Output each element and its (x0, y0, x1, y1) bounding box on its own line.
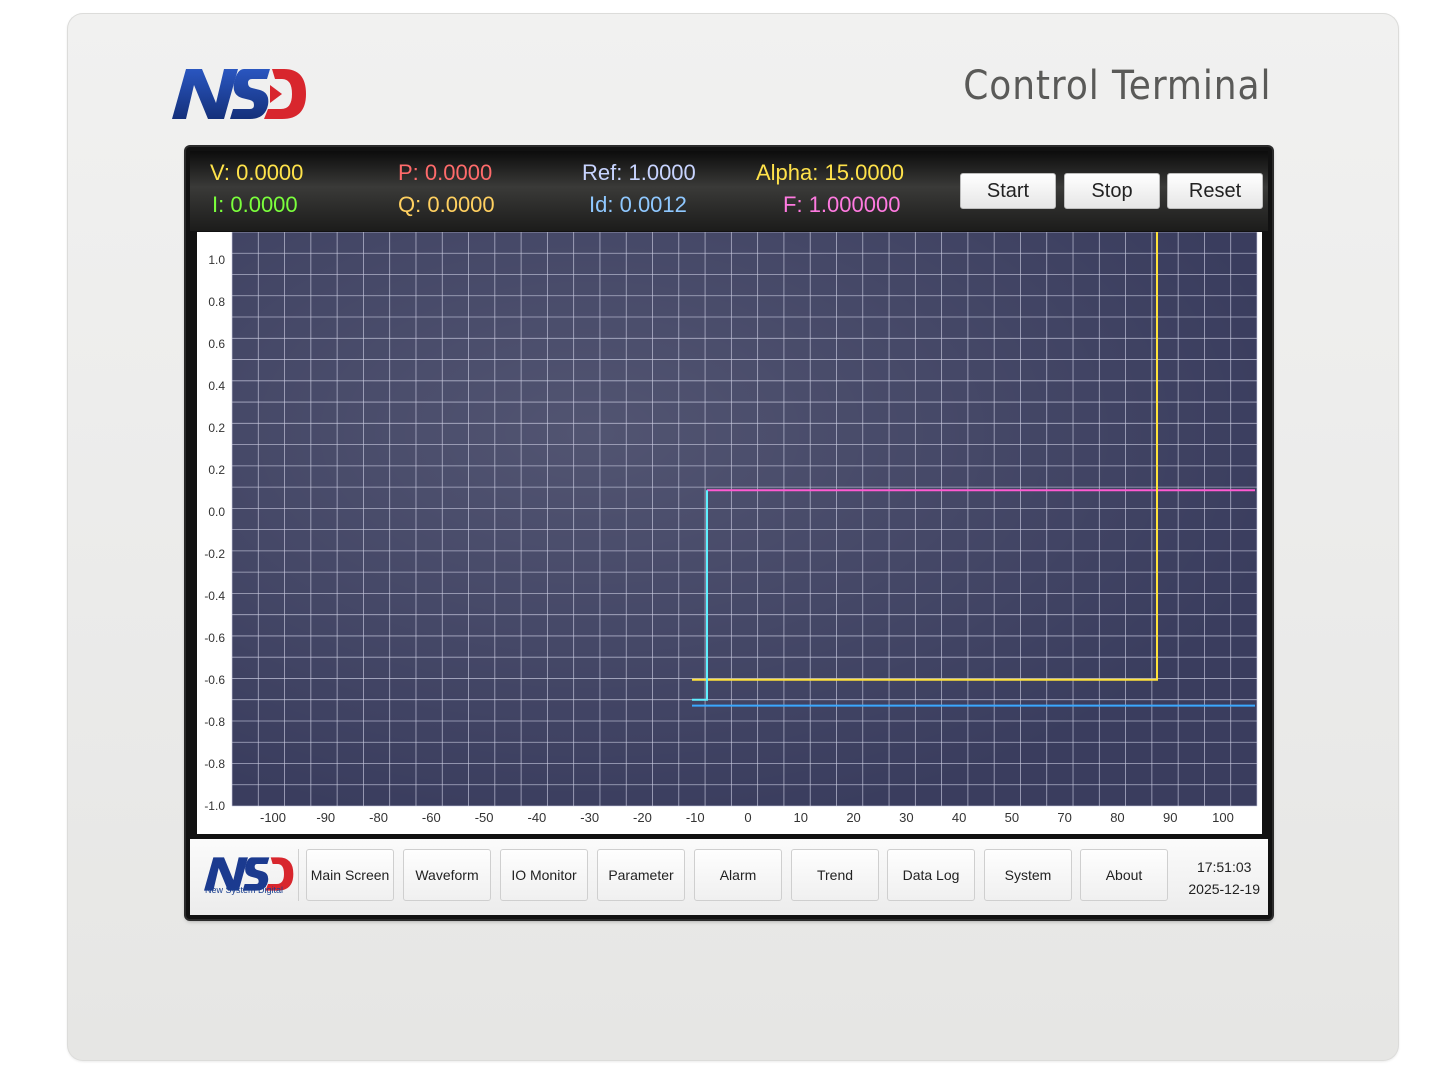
nav-main-screen-button[interactable]: Main Screen (306, 849, 394, 901)
x-tick-label: -90 (316, 810, 335, 825)
waveform-plot: 1.0 0.8 0.6 0.4 0.2 0.2 0.0 -0.2 -0.4 -0.6 -0.6 -0.… (197, 231, 1262, 834)
reset-button[interactable]: Reset (1167, 173, 1263, 209)
nav-about-button[interactable]: About (1080, 849, 1168, 901)
readout-q: Q: 0.0000 (398, 194, 495, 216)
x-tick-label: 50 (1005, 810, 1019, 825)
start-button[interactable]: Start (960, 173, 1056, 209)
readout-alpha-label: Alpha: (756, 160, 819, 185)
nav-parameter-button[interactable]: Parameter (597, 849, 685, 901)
x-tick-label: -50 (475, 810, 494, 825)
y-tick-label: 0.4 (208, 379, 225, 393)
readout-v: V: 0.0000 (210, 162, 303, 184)
x-tick-label: 0 (744, 810, 751, 825)
readout-f: F: 1.000000 (783, 194, 900, 216)
x-tick-label: -100 (260, 810, 286, 825)
clock-date: 2025-12-19 (1188, 881, 1260, 897)
readout-f-value: 1.000000 (808, 192, 901, 217)
x-tick-label: 10 (794, 810, 808, 825)
readout-id-value: 0.0012 (619, 192, 687, 217)
x-tick-label: -30 (580, 810, 599, 825)
y-tick-label: -0.6 (204, 631, 225, 645)
y-tick-label: -0.2 (204, 547, 225, 561)
readout-id: Id: 0.0012 (589, 194, 687, 216)
y-tick-label: -0.8 (204, 757, 225, 771)
x-tick-label: 40 (952, 810, 966, 825)
status-bar: V: 0.0000 I: 0.0000 P: 0.0000 Q: 0.0000 … (190, 151, 1268, 231)
readout-alpha: Alpha: 15.0000 (756, 162, 904, 184)
plot-sheen (232, 232, 1257, 806)
readout-i: I: 0.0000 (212, 194, 298, 216)
x-tick-label: 70 (1057, 810, 1071, 825)
x-tick-label: 20 (846, 810, 860, 825)
x-tick-label: -80 (369, 810, 388, 825)
readout-p-label: P: (398, 160, 419, 185)
x-tick-label: 30 (899, 810, 913, 825)
x-tick-label: 90 (1163, 810, 1177, 825)
readout-v-value: 0.0000 (236, 160, 304, 185)
x-tick-label: 80 (1110, 810, 1124, 825)
nav-data-log-button[interactable]: Data Log (887, 849, 975, 901)
nsd-logo (172, 69, 306, 119)
readout-alpha-value: 15.0000 (824, 160, 905, 185)
waveform-chart: 1.0 0.8 0.6 0.4 0.2 0.2 0.0 -0.2 -0.4 -0.6 -0.6 -0.… (204, 231, 1258, 825)
y-tick-label: 0.0 (208, 505, 225, 519)
readout-f-label: F: (783, 192, 803, 217)
hmi-screen: V: 0.0000 I: 0.0000 P: 0.0000 Q: 0.0000 … (186, 147, 1272, 919)
x-tick-label: -40 (527, 810, 546, 825)
clock-time: 17:51:03 (1196, 859, 1252, 875)
nav-system-button[interactable]: System (984, 849, 1072, 901)
readout-q-value: 0.0000 (427, 192, 495, 217)
x-tick-label: -60 (422, 810, 441, 825)
readout-id-label: Id: (589, 192, 614, 217)
nav-io-monitor-button[interactable]: IO Monitor (500, 849, 588, 901)
readout-ref-label: Ref: (582, 160, 623, 185)
x-tick-label: 100 (1212, 810, 1234, 825)
device-title: Control Terminal (962, 63, 1271, 109)
y-tick-label: 0.6 (208, 337, 225, 351)
readout-p: P: 0.0000 (398, 162, 492, 184)
readout-ref-value: 1.0000 (628, 160, 696, 185)
nav-waveform-button[interactable]: Waveform (403, 849, 491, 901)
y-tick-label: 0.2 (208, 463, 225, 477)
y-tick-label: 1.0 (208, 253, 225, 267)
readout-i-value: 0.0000 (230, 192, 298, 217)
y-tick-label: 0.8 (208, 295, 225, 309)
y-tick-label: -1.0 (204, 799, 225, 813)
y-tick-label: 0.2 (208, 421, 225, 435)
readout-ref: Ref: 1.0000 (582, 162, 696, 184)
readout-p-value: 0.0000 (424, 160, 493, 185)
readout-i-label: I: (212, 192, 225, 217)
y-tick-label: -0.8 (204, 715, 225, 729)
y-tick-label: -0.6 (204, 673, 225, 687)
x-tick-label: -10 (686, 810, 705, 825)
x-tick-label: -20 (633, 810, 652, 825)
nav-divider (298, 849, 299, 901)
readout-v-label: V: (210, 160, 230, 185)
stop-button[interactable]: Stop (1064, 173, 1160, 209)
readout-q-label: Q: (398, 192, 422, 217)
nav-bar: New System Digital Main Screen Waveform … (190, 839, 1268, 915)
logo-subtitle: New System Digital (205, 885, 284, 895)
nav-trend-button[interactable]: Trend (791, 849, 879, 901)
clock: 17:51:03 2025-12-19 (1188, 856, 1260, 900)
nav-alarm-button[interactable]: Alarm (694, 849, 782, 901)
y-tick-label: -0.4 (204, 589, 225, 603)
